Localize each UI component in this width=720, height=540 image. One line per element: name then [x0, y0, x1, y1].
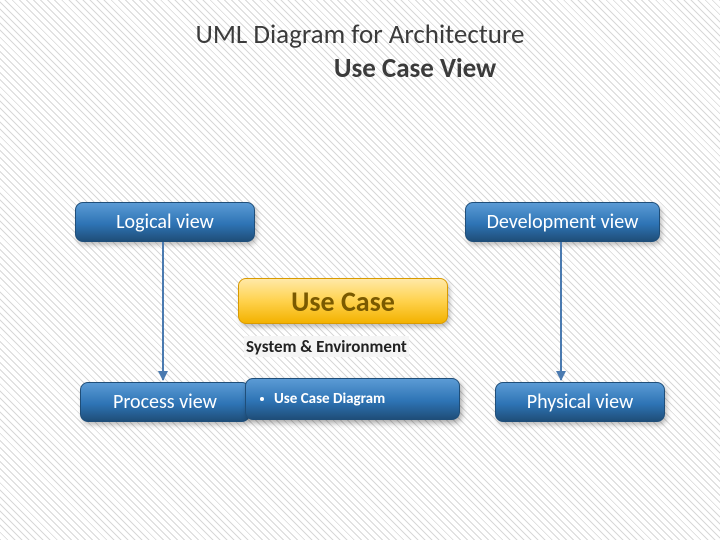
use-case-box: Use Case: [238, 278, 448, 324]
bullet-icon: [260, 397, 264, 401]
logical-view-box: Logical view: [75, 202, 255, 242]
development-view-label: Development view: [487, 210, 639, 234]
title-line2: Use Case View: [0, 52, 720, 86]
logical-view-label: Logical view: [116, 210, 214, 234]
title-line1: UML Diagram for Architecture: [196, 18, 525, 51]
physical-view-box: Physical view: [495, 382, 665, 422]
use-case-label: Use Case: [291, 284, 395, 319]
process-view-label: Process view: [113, 390, 217, 414]
process-view-box: Process view: [80, 382, 250, 422]
use-case-diagram-label: Use Case Diagram: [274, 390, 385, 408]
arrow-logical-to-process: [162, 242, 164, 380]
use-case-diagram-bullet-box: Use Case Diagram: [245, 378, 460, 420]
slide-title: UML Diagram for Architecture Use Case Vi…: [0, 18, 720, 86]
development-view-box: Development view: [465, 202, 660, 242]
system-environment-label: System & Environment: [244, 336, 409, 357]
arrow-development-to-physical: [560, 242, 562, 380]
physical-view-label: Physical view: [527, 390, 634, 414]
